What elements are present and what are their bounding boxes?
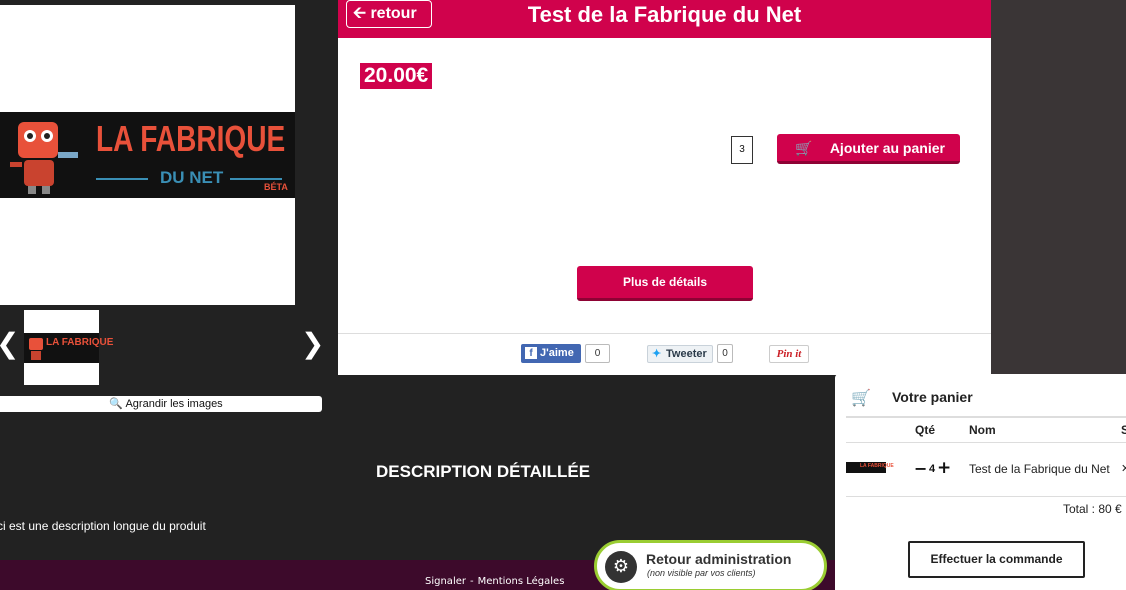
report-link[interactable]: Signaler — [425, 576, 466, 587]
thumbnail-logo: LA FABRIQUE — [24, 333, 113, 363]
logo-beta: BÉTA — [264, 182, 288, 192]
pinterest-button[interactable]: Pin it — [769, 345, 809, 363]
logo-subtitle: DU NET — [160, 168, 224, 187]
admin-subtitle: (non visible par vos clients) — [647, 568, 756, 578]
cart-item-thumbnail-text: LA FABRIQUE — [860, 463, 894, 469]
facebook-icon: f — [525, 347, 537, 359]
right-background-strip — [991, 0, 1126, 375]
facebook-like-button[interactable]: f J'aime — [521, 344, 581, 363]
thumbnail-logo-text: LA FABRIQUE — [46, 337, 114, 348]
gallery-prev-button[interactable]: ❮ — [0, 327, 19, 360]
gear-icon: ⚙ — [605, 551, 637, 583]
remove-item-icon[interactable]: ✕ — [1121, 462, 1126, 475]
cart-col-name: Nom — [969, 423, 996, 437]
product-header: Test de la Fabrique du Net 🡨 retour — [338, 0, 991, 38]
cart-title: Votre panier — [892, 389, 973, 405]
robot-mascot-icon — [10, 122, 78, 194]
cart-divider — [846, 496, 1126, 497]
cart-item-thumbnail: LA FABRIQUE — [846, 462, 894, 473]
description-text: ci est une description longue du produit — [0, 519, 206, 533]
decrease-qty-button[interactable]: − — [914, 459, 927, 478]
cart-col-extra: S — [1121, 423, 1126, 437]
fabrique-logo: LA FABRIQUE DU NET BÉTA — [0, 112, 295, 198]
add-to-cart-button[interactable]: 🛒 Ajouter au panier — [777, 134, 960, 164]
product-panel: Test de la Fabrique du Net 🡨 retour 20.0… — [338, 0, 991, 375]
enlarge-images-button[interactable]: 🔍 Agrandir les images — [0, 396, 322, 412]
footer-links: Signaler - Mentions Légales — [425, 576, 564, 587]
gallery-next-button[interactable]: ❯ — [301, 327, 324, 360]
cart-col-qty: Qté — [915, 423, 936, 437]
twitter-bird-icon: ✦ — [652, 348, 662, 360]
robot-mascot-icon — [29, 338, 43, 360]
legal-link[interactable]: Mentions Légales — [478, 576, 565, 587]
checkout-button[interactable]: Effectuer la commande — [908, 541, 1085, 578]
cart-item-qty: 4 — [929, 463, 936, 475]
add-to-cart-label: Ajouter au panier — [829, 140, 945, 156]
facebook-like-count: 0 — [585, 344, 610, 363]
back-to-admin-button[interactable]: ⚙ Retour administration (non visible par… — [594, 540, 827, 590]
gallery-thumbnail[interactable]: LA FABRIQUE — [24, 310, 113, 385]
arrow-left-icon: 🡨 — [353, 5, 366, 22]
facebook-like-label: J'aime — [540, 347, 574, 359]
more-details-button[interactable]: Plus de détails — [577, 266, 753, 301]
enlarge-images-label: Agrandir les images — [125, 398, 223, 410]
cart-divider — [846, 442, 1126, 443]
logo-title: LA FABRIQUE — [96, 118, 286, 159]
admin-title: Retour administration — [646, 551, 792, 567]
cart-total: Total : 80 € — [1063, 502, 1122, 516]
cart-divider — [846, 416, 1126, 418]
cart-icon: 🛒 — [851, 388, 871, 407]
share-divider — [338, 333, 991, 334]
logo-divider-left — [96, 178, 148, 180]
tweet-button[interactable]: ✦ Tweeter — [647, 345, 713, 363]
cart-item-name: Test de la Fabrique du Net — [969, 462, 1110, 476]
cart-panel: 🛒 Votre panier Qté Nom S LA FABRIQUE − 4… — [835, 374, 1126, 590]
tweet-count: 0 — [717, 344, 733, 363]
quantity-input[interactable]: 3 — [731, 136, 753, 164]
back-button[interactable]: 🡨 retour — [346, 0, 432, 28]
increase-qty-button[interactable]: + — [937, 458, 951, 478]
footer-separator: - — [469, 576, 474, 587]
zoom-icon: 🔍 — [109, 398, 124, 410]
product-price: 20.00€ — [360, 63, 433, 89]
logo-divider-right — [230, 178, 282, 180]
back-label: retour — [370, 5, 417, 22]
product-title: Test de la Fabrique du Net — [527, 2, 802, 27]
product-main-image[interactable]: LA FABRIQUE DU NET BÉTA — [0, 5, 295, 305]
description-title: DESCRIPTION DÉTAILLÉE — [376, 462, 591, 481]
cart-icon: 🛒 — [795, 140, 813, 156]
tweet-label: Tweeter — [666, 348, 707, 360]
